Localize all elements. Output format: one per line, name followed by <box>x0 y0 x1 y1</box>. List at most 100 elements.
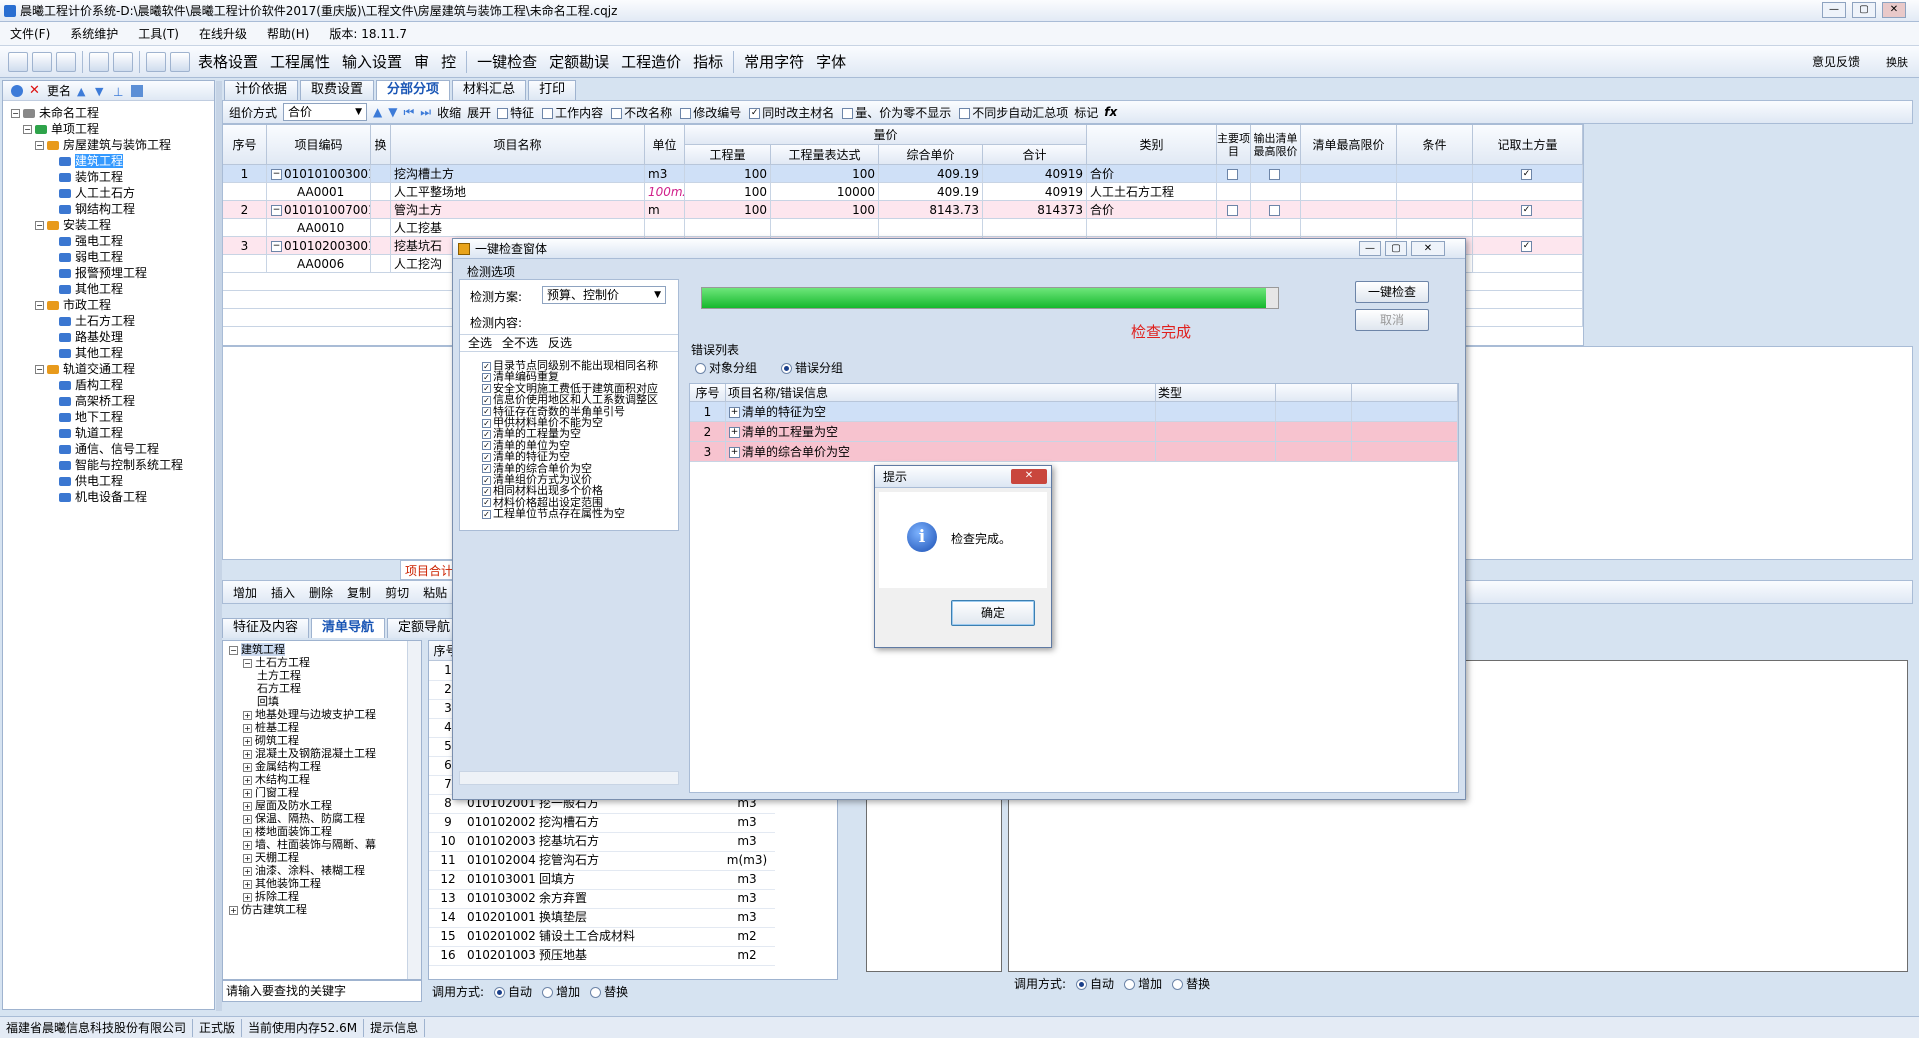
bill-cell-unit[interactable]: m3 <box>715 870 775 890</box>
move-up-icon[interactable]: ▲ <box>373 105 382 119</box>
bill-cell-unit[interactable]: m2 <box>715 927 775 947</box>
toolbar-quota-errata[interactable]: 定额勘误 <box>543 51 615 72</box>
collapse-icon[interactable]: − <box>35 365 44 374</box>
err-cell-extra[interactable] <box>1352 402 1458 422</box>
expand-icon[interactable]: + <box>243 749 252 759</box>
tree-node[interactable]: 路基处理 <box>47 329 123 345</box>
grid-cell-output[interactable] <box>1251 201 1301 219</box>
save-icon[interactable] <box>56 51 76 72</box>
expand-icon[interactable]: + <box>243 814 252 824</box>
toolbar-index[interactable]: 指标 <box>687 51 729 72</box>
menu-file[interactable]: 文件(F) <box>0 25 60 42</box>
checkbox-icon[interactable]: ✓ <box>1521 169 1532 180</box>
checkbox-icon[interactable]: ✓ <box>1521 241 1532 252</box>
bill-cell-unit[interactable]: m3 <box>715 813 775 833</box>
option-check[interactable]: 特征 <box>497 104 534 121</box>
grid-cell-main[interactable] <box>1217 165 1251 183</box>
cancel-button[interactable]: 取消 <box>1355 309 1429 331</box>
move-down-icon[interactable]: ▼ <box>388 105 397 119</box>
expand-icon[interactable]: + <box>243 866 252 876</box>
check-item[interactable]: ✓ 清单编码重复 <box>482 371 559 382</box>
collapse-icon[interactable]: − <box>23 125 32 134</box>
nav-scrollbar[interactable] <box>407 641 421 979</box>
grid-cell-unit[interactable]: 100m2 <box>645 183 685 201</box>
grid-cell-name[interactable]: 管沟土方 <box>391 201 645 219</box>
collapse-icon[interactable]: − <box>271 205 282 216</box>
grid-cell-name[interactable]: 挖沟槽土方 <box>391 165 645 183</box>
alert-close-button[interactable]: ✕ <box>1011 469 1047 484</box>
nav-node[interactable]: + 仿古建筑工程 <box>229 903 307 916</box>
nav-node[interactable]: + 桩基工程 <box>243 721 299 734</box>
err-cell-name[interactable]: + 清单的特征为空 <box>726 402 1156 422</box>
tree-node[interactable]: − 轨道交通工程 <box>35 361 135 377</box>
nav-node[interactable]: + 砌筑工程 <box>243 734 299 747</box>
grid-cell-price[interactable] <box>879 219 983 237</box>
nav-node[interactable]: + 金属结构工程 <box>243 760 321 773</box>
grid-cell-code[interactable]: AA0010 <box>267 219 371 237</box>
checkbox-icon[interactable] <box>1269 205 1280 216</box>
minimize-button[interactable]: — <box>1822 2 1846 18</box>
nav-node[interactable]: + 屋面及防水工程 <box>243 799 332 812</box>
option-check[interactable]: 不改名称 <box>611 104 672 121</box>
tree-node[interactable]: 其他工程 <box>47 281 123 297</box>
delete-icon[interactable]: ✕ <box>29 84 41 97</box>
tab-materials[interactable]: 材料汇总 <box>452 80 527 100</box>
grid-cell-seq[interactable]: 3 <box>223 237 267 255</box>
select-all-button[interactable]: 全选 <box>468 335 492 351</box>
menu-update[interactable]: 在线升级 <box>189 25 257 42</box>
nav-node[interactable]: + 墙、柱面装饰与隔断、幕 <box>243 838 376 851</box>
copy-button[interactable]: 复制 <box>347 584 371 601</box>
tab-pricing-basis[interactable]: 计价依据 <box>224 80 299 100</box>
err-cell-seq[interactable]: 2 <box>690 422 726 442</box>
nav-node[interactable]: + 地基处理与边坡支护工程 <box>243 708 376 721</box>
call-mode-replace[interactable]: 替换 <box>590 983 628 1000</box>
option-check[interactable]: 量、价为零不显示 <box>842 104 951 121</box>
grid-cell-category[interactable]: 合价 <box>1087 165 1217 183</box>
bill-cell-n[interactable]: 16 <box>429 946 463 966</box>
err-cell-name[interactable]: + 清单的综合单价为空 <box>726 442 1156 462</box>
expand-icon[interactable]: + <box>243 879 252 889</box>
toolbar-project-props[interactable]: 工程属性 <box>264 51 336 72</box>
expand-icon[interactable]: + <box>243 762 252 772</box>
bill-cell-code[interactable]: 010102003 <box>463 832 536 852</box>
cut-button[interactable]: 剪切 <box>385 584 409 601</box>
bill-cell-code[interactable]: 010103002 <box>463 889 536 909</box>
nav-node[interactable]: + 楼地面装饰工程 <box>243 825 332 838</box>
call-mode-add[interactable]: 增加 <box>1124 975 1162 992</box>
toolbar-table-settings[interactable]: 表格设置 <box>192 51 264 72</box>
collapse-button[interactable]: 收缩 <box>437 104 461 121</box>
grid-cell-cond[interactable] <box>1397 183 1473 201</box>
bill-cell-name[interactable]: 余方弃置 <box>535 889 715 909</box>
tree-node[interactable]: 供电工程 <box>47 473 123 489</box>
tab-fee-settings[interactable]: 取费设置 <box>300 80 375 100</box>
tree-node[interactable]: 智能与控制系统工程 <box>47 457 183 473</box>
nav-node[interactable]: − 建筑工程 <box>229 643 285 656</box>
err-cell-extra[interactable] <box>1352 422 1458 442</box>
nav-node[interactable]: + 拆除工程 <box>243 890 299 903</box>
feedback-link[interactable]: 意见反馈 <box>1812 53 1860 70</box>
expand-icon[interactable]: + <box>243 788 252 798</box>
tree-node[interactable]: 建筑工程 <box>47 153 124 169</box>
collapse-icon[interactable]: − <box>35 221 44 230</box>
grid-cell-unit[interactable]: m <box>645 201 685 219</box>
grid-cell-earth[interactable] <box>1473 183 1583 201</box>
expand-icon[interactable]: + <box>729 447 740 458</box>
dialog-minimize-button[interactable]: — <box>1359 241 1381 256</box>
expand-icon[interactable]: + <box>243 892 252 902</box>
tree-node[interactable]: 盾构工程 <box>47 377 123 393</box>
tree-node[interactable]: 钢结构工程 <box>47 201 135 217</box>
nav-node[interactable]: + 保温、隔热、防腐工程 <box>243 812 365 825</box>
menu-system[interactable]: 系统维护 <box>60 25 128 42</box>
bill-cell-name[interactable]: 铺设土工合成材料 <box>535 927 715 947</box>
bill-cell-n[interactable]: 14 <box>429 908 463 928</box>
check-item[interactable]: ✓ 相同材料出现多个价格 <box>482 485 603 496</box>
check-item[interactable]: ✓ 工程单位节点存在属性为空 <box>482 508 625 519</box>
grid-cell-name[interactable]: 人工平整场地 <box>391 183 645 201</box>
nav-node[interactable]: + 木结构工程 <box>243 773 310 786</box>
grid-cell-max_price[interactable] <box>1301 165 1397 183</box>
expand-icon[interactable]: + <box>229 905 238 915</box>
grid-cell-seq[interactable]: 1 <box>223 165 267 183</box>
nav-node[interactable]: + 混凝土及钢筋混凝土工程 <box>243 747 376 760</box>
tab-print[interactable]: 打印 <box>528 80 577 100</box>
bill-cell-unit[interactable]: m3 <box>715 889 775 909</box>
